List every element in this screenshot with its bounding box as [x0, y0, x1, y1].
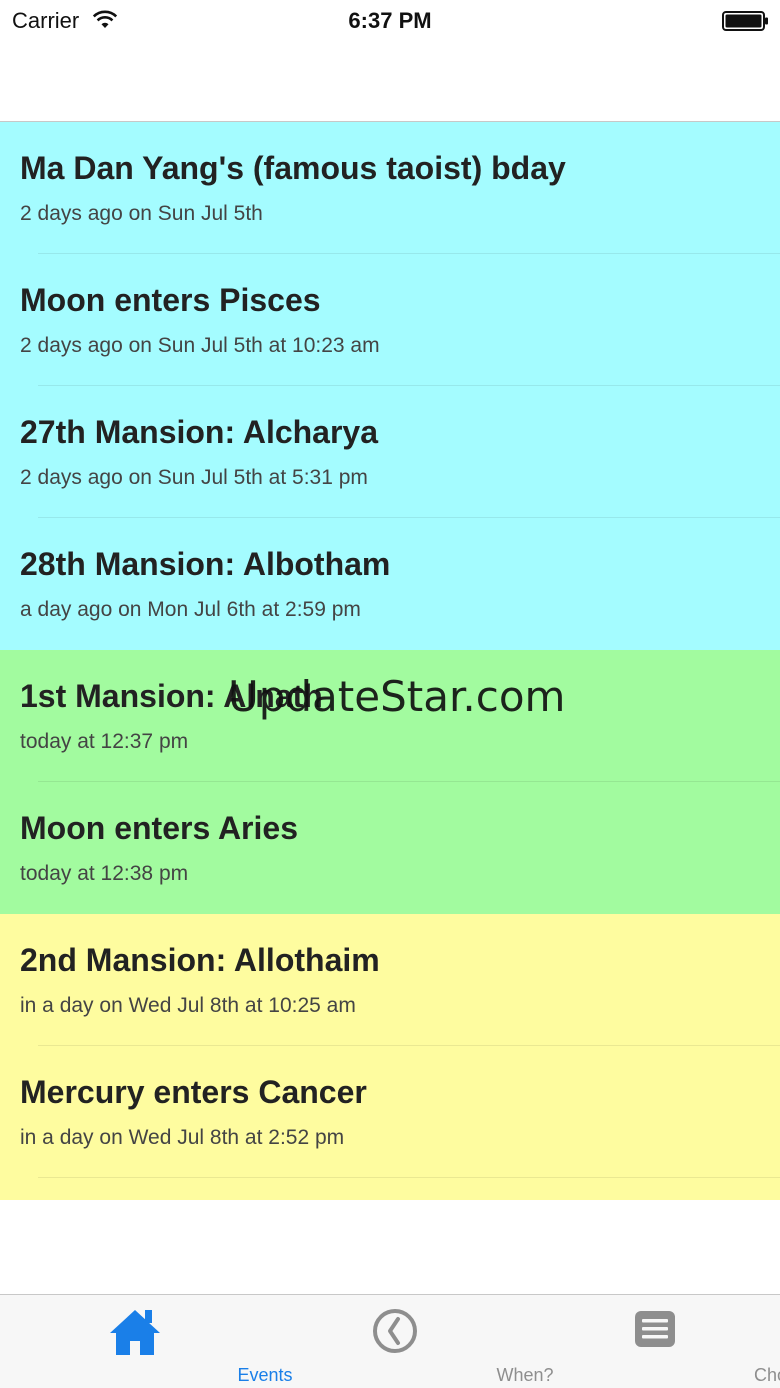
event-time: in a day on Wed Jul 8th at 2:52 pm: [20, 1126, 345, 1149]
tab-events[interactable]: Events: [5, 1295, 293, 1388]
tab-when[interactable]: When?: [265, 1295, 554, 1388]
tab-bar: Events When? Choose: [0, 1294, 780, 1388]
event-title: Moon enters Pisces: [20, 282, 321, 318]
event-row[interactable]: 2nd Mansion: Allothaim in a day on Wed J…: [0, 914, 780, 1046]
event-title: 28th Mansion: Albotham: [20, 546, 391, 582]
event-time: 2 days ago on Sun Jul 5th: [20, 202, 263, 225]
event-time: today at 12:37 pm: [20, 730, 189, 753]
event-row[interactable]: Mercury enters Cancer in a day on Wed Ju…: [0, 1046, 780, 1178]
event-row[interactable]: 1st Mansion: Alnath today at 12:37 pm: [0, 650, 780, 782]
event-row[interactable]: 28th Mansion: Albotham a day ago on Mon …: [0, 518, 780, 650]
tab-choose[interactable]: Choose: [525, 1295, 780, 1388]
row-separator: [38, 1177, 780, 1178]
event-time: today at 12:38 pm: [20, 862, 189, 885]
event-row[interactable]: Moon enters Aries today at 12:38 pm: [0, 782, 780, 914]
event-list[interactable]: Ma Dan Yang's (famous taoist) bday 2 day…: [0, 122, 780, 1200]
home-icon: [109, 1307, 161, 1362]
tab-label: Choose: [753, 1365, 780, 1385]
clock-icon: [371, 1307, 419, 1360]
event-title: 27th Mansion: Alcharya: [20, 414, 379, 450]
event-title: Ma Dan Yang's (famous taoist) bday: [20, 150, 566, 186]
list-icon: [633, 1307, 677, 1356]
event-time: 2 days ago on Sun Jul 5th at 5:31 pm: [20, 466, 368, 489]
battery-icon: [722, 10, 770, 37]
event-time: in a day on Wed Jul 8th at 10:25 am: [20, 994, 356, 1017]
status-bar: Carrier 6:37 PM: [0, 0, 780, 40]
event-row[interactable]: Moon enters Pisces 2 days ago on Sun Jul…: [0, 254, 780, 386]
event-time: 2 days ago on Sun Jul 5th at 10:23 am: [20, 334, 380, 357]
navigation-bar: [0, 40, 780, 122]
event-title: Mercury enters Cancer: [20, 1074, 367, 1110]
event-time: a day ago on Mon Jul 6th at 2:59 pm: [20, 598, 361, 621]
event-title: 1st Mansion: Alnath: [20, 678, 323, 714]
status-time: 6:37 PM: [348, 8, 432, 33]
event-row[interactable]: 27th Mansion: Alcharya 2 days ago on Sun…: [0, 386, 780, 518]
event-title: Moon enters Aries: [20, 810, 298, 846]
list-footer: [0, 1178, 780, 1200]
event-row[interactable]: Ma Dan Yang's (famous taoist) bday 2 day…: [0, 122, 780, 254]
event-title: 2nd Mansion: Allothaim: [20, 942, 380, 978]
